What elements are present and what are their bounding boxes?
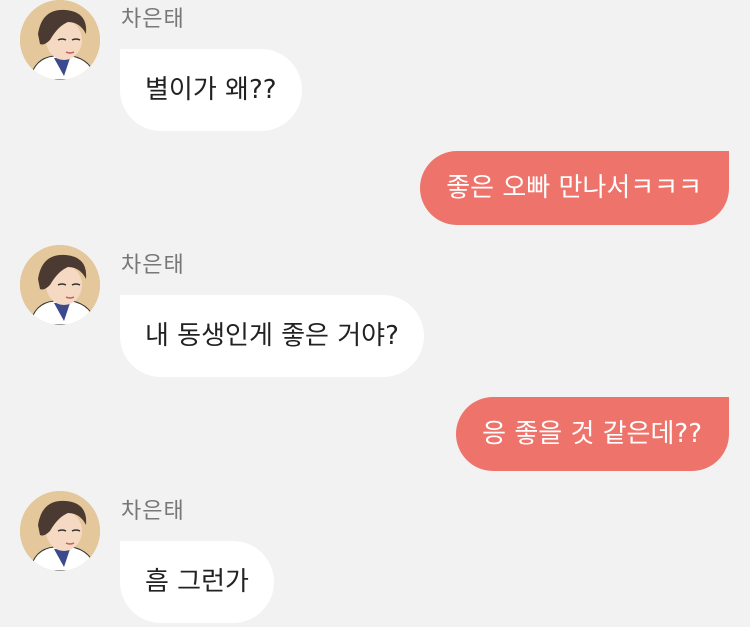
- sender-avatar-icon[interactable]: [20, 491, 100, 571]
- sender-name: 차은태: [121, 7, 185, 32]
- outgoing-message-bubble[interactable]: 좋은 오빠 만나서ㅋㅋㅋ: [420, 151, 729, 225]
- sender-name: 차은태: [121, 499, 185, 524]
- sender-avatar-icon[interactable]: [20, 245, 100, 325]
- outgoing-message-bubble[interactable]: 응 좋을 것 같은데??: [456, 397, 729, 471]
- incoming-message-bubble[interactable]: 흠 그런가: [120, 541, 274, 623]
- incoming-message-bubble[interactable]: 내 동생인게 좋은 거야?: [120, 295, 424, 377]
- sender-name: 차은태: [121, 253, 185, 278]
- sender-avatar-icon[interactable]: [20, 0, 100, 80]
- chat-thread: 차은태 별이가 왜?? 좋은 오빠 만나서ㅋㅋㅋ 차은태 내 동생인게 좋은 거…: [0, 0, 750, 627]
- incoming-message-bubble[interactable]: 별이가 왜??: [120, 49, 302, 131]
